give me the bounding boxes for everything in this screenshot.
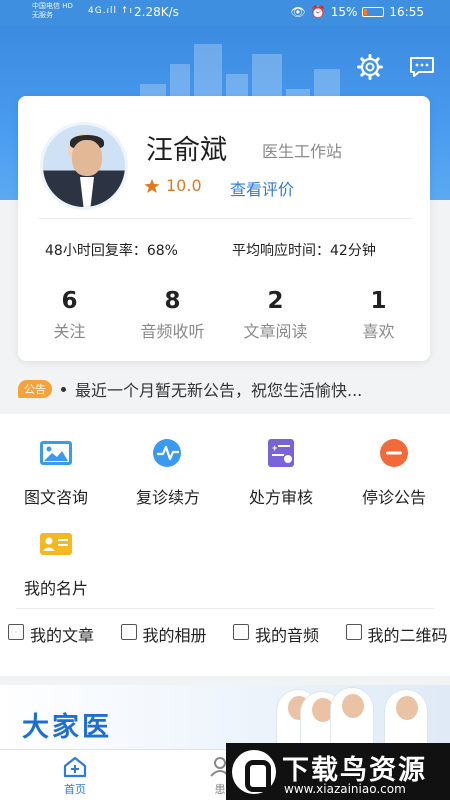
watermark-url: www.xiazainiao.com [284,782,406,796]
doctor-name: 汪俞斌 [146,135,227,166]
my-articles-link[interactable]: 我的文章 [0,622,113,646]
avatar[interactable] [40,122,128,210]
divider [38,218,412,219]
alarm-icon: ⏰ [310,5,326,19]
card-icon [40,533,72,555]
watermark: 下载鸟资源 www.xiazainiao.com [226,743,450,800]
clock: 16:55 [389,5,424,19]
my-album-link[interactable]: 我的相册 [113,622,226,646]
banner-doctor-image [384,689,428,749]
divider [16,608,434,609]
notice-tag: 公告 [18,380,52,398]
bullet-icon [61,386,66,392]
notice-text: 最近一个月暂无新公告，祝您生活愉快... [75,381,363,400]
profile-card: 汪俞斌 医生工作站 10.0 查看评价 48小时回复率：68% 平均响应时间：4… [18,96,430,361]
feature-image-consult[interactable]: 图文咨询 [0,438,112,508]
reply-rate: 48小时回复率：68% [45,243,178,259]
promo-banner[interactable]: 大家医 [0,685,450,749]
rating: 10.0 [144,176,202,195]
article-icon [8,624,24,640]
home-icon [63,756,87,778]
avg-response-time: 平均响应时间：42分钟 [232,243,376,259]
my-audio-link[interactable]: 我的音频 [225,622,338,646]
my-qrcode-link[interactable]: 我的二维码 [338,622,450,646]
feature-prescription-review[interactable]: + 处方审核 [225,438,337,508]
notice-bar[interactable]: 公告 最近一个月暂无新公告，祝您生活愉快... [0,370,450,408]
album-icon [120,624,137,640]
feature-follow-up[interactable]: 复诊续方 [112,438,224,508]
prescription-icon: + [268,439,294,467]
star-icon [144,178,160,193]
count-article[interactable]: 2 文章阅读 [224,288,327,342]
feature-panel: 图文咨询 复诊续方 + 处方审核 停诊公告 我的名片 我的文章 我的相册 我的音… [0,414,450,676]
bird-logo-icon [232,750,276,794]
svg-text:+: + [272,443,277,453]
feature-suspend-notice[interactable]: 停诊公告 [338,438,450,508]
battery-percent: 15% [330,5,358,19]
station-label: 医生工作站 [262,142,343,161]
network-speed: 2.28K/s [134,5,179,19]
signal-icon: 4G.ıll ↑ı [88,6,133,16]
eye-icon: 👁 [290,5,306,19]
stop-icon [380,439,408,467]
sublinks: 我的文章 我的相册 我的音频 我的二维码 [0,622,450,646]
rating-value: 10.0 [166,176,202,195]
nav-home[interactable]: 首页 [45,756,105,797]
audio-icon [233,624,249,640]
count-like[interactable]: 1 喜欢 [327,288,430,342]
settings-icon[interactable] [357,54,383,80]
feature-my-card[interactable]: 我的名片 [0,529,112,599]
stats-counts: 6 关注 8 音频收听 2 文章阅读 1 喜欢 [18,288,430,342]
qrcode-icon [345,624,362,640]
image-icon [40,441,72,465]
banner-title: 大家医 [22,712,112,743]
view-reviews-link[interactable]: 查看评价 [230,176,294,200]
message-icon[interactable] [409,54,435,80]
pulse-icon [153,439,181,467]
status-bar: 中国电信 HD 无服务 4G.ıll ↑ı 2.28K/s 👁 ⏰ 15% 16… [0,0,450,26]
battery-icon [362,7,385,17]
count-audio[interactable]: 8 音频收听 [121,288,224,342]
banner-doctor-image [330,687,374,749]
count-follow[interactable]: 6 关注 [18,288,121,342]
carrier: 中国电信 HD 无服务 [32,2,73,19]
